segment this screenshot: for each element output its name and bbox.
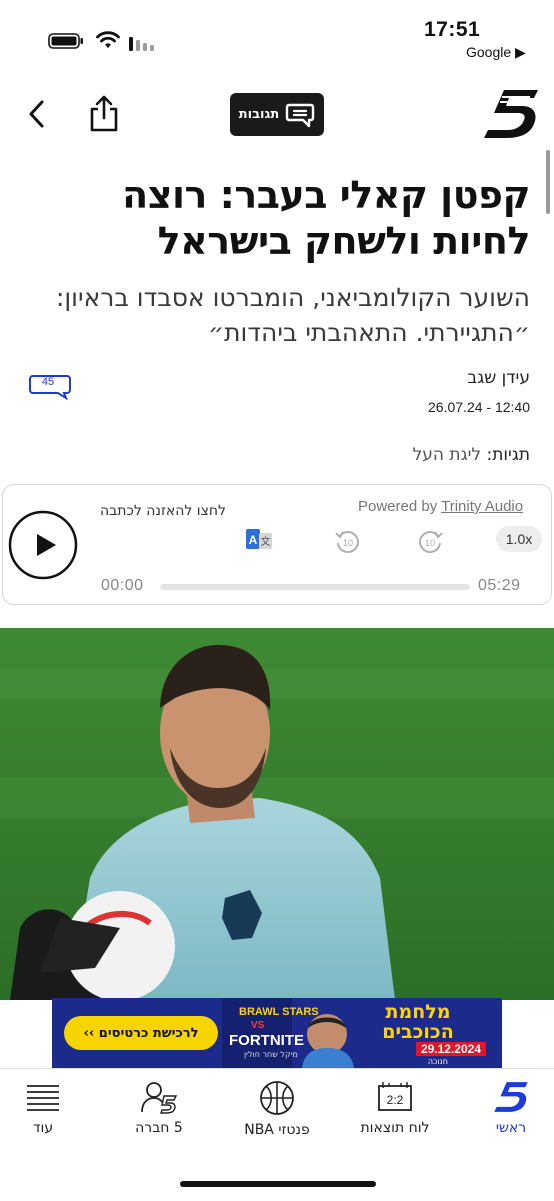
- signal-icon: [129, 37, 154, 51]
- article-date: 26.07.24 - 12:40: [428, 399, 530, 415]
- translate-icon[interactable]: A 文: [245, 528, 273, 552]
- community-icon: [141, 1082, 178, 1114]
- svg-text:10: 10: [343, 538, 353, 548]
- nav-item-scoreboard[interactable]: 2:2 לוח תוצאות: [340, 1080, 450, 1136]
- progress-track[interactable]: [160, 584, 470, 590]
- channel5-logo-icon[interactable]: [482, 88, 540, 140]
- banner-subtitle: מיקל שחר חולין: [244, 1050, 298, 1059]
- comments-button-label: תגובות: [238, 107, 280, 122]
- banner-brand-fortnite: FORTNITE: [229, 1032, 304, 1049]
- nav-label-community: 5 חברה: [135, 1120, 183, 1136]
- wifi-icon: [96, 31, 120, 48]
- nav-item-home[interactable]: ראשי: [456, 1080, 554, 1136]
- ad-banner[interactable]: לרכישת כרטיסים ›› BRAWL STARS VS FORTNIT…: [52, 998, 502, 1068]
- scoreboard-icon: 2:2: [378, 1082, 412, 1111]
- article-tags: תגיות: ליגת העל: [413, 445, 530, 465]
- scrollbar[interactable]: [546, 150, 550, 214]
- comment-bubble-icon: [286, 103, 315, 127]
- banner-date: 29.12.2024: [415, 1042, 486, 1056]
- playback-speed-button[interactable]: 1.0x: [496, 526, 542, 552]
- article-author[interactable]: עידן שגב: [467, 368, 530, 388]
- nav-item-nba-fantasy[interactable]: פנטזי NBA: [222, 1080, 332, 1138]
- forward-10-icon[interactable]: 10: [418, 528, 444, 554]
- powered-by: Powered by Trinity Audio: [358, 498, 523, 515]
- nav-label-home: ראשי: [495, 1120, 527, 1136]
- banner-vs: VS: [251, 1020, 265, 1031]
- comment-count-value: 45: [41, 376, 55, 388]
- nav-item-more[interactable]: עוד: [0, 1080, 98, 1136]
- banner-tag: חנוכה: [427, 1057, 448, 1066]
- comment-count-badge[interactable]: 45: [28, 374, 72, 401]
- home-indicator[interactable]: [180, 1181, 376, 1187]
- comments-button[interactable]: תגובות: [230, 93, 324, 136]
- duration: 05:29: [478, 577, 521, 594]
- article-subheadline: השוער הקולומביאני, הומברטו אסבדו בראיון:…: [55, 283, 530, 347]
- banner-title: מלחמת הכוכבים: [382, 1001, 454, 1043]
- svg-text:10: 10: [425, 538, 435, 548]
- article-photo[interactable]: [0, 628, 554, 1000]
- menu-icon: [27, 1085, 59, 1111]
- five-logo-icon: [494, 1082, 528, 1112]
- play-button[interactable]: [8, 510, 78, 580]
- basketball-icon: [260, 1081, 294, 1115]
- share-button[interactable]: [86, 94, 122, 134]
- nav-label-nba-fantasy: פנטזי NBA: [244, 1122, 310, 1138]
- nav-label-more: עוד: [32, 1120, 54, 1136]
- nav-item-community[interactable]: 5 חברה: [104, 1080, 214, 1136]
- rewind-10-icon[interactable]: 10: [334, 528, 360, 554]
- svg-text:文: 文: [261, 535, 271, 548]
- article-headline: קפטן קאלי בעבר: רוצה לחיות ולשחק בישראל: [122, 173, 530, 263]
- current-time: 00:00: [101, 577, 144, 594]
- tags-label: תגיות:: [486, 445, 530, 465]
- battery-icon: [48, 33, 83, 49]
- tag-link[interactable]: ליגת העל: [413, 445, 481, 465]
- back-button[interactable]: [22, 96, 52, 132]
- listen-label: לחצו להאזנה לכתבה: [100, 503, 226, 519]
- svg-text:2:2: 2:2: [387, 1093, 404, 1107]
- banner-cta-button[interactable]: לרכישת כרטיסים ››: [64, 1016, 218, 1050]
- nav-label-scoreboard: לוח תוצאות: [360, 1120, 430, 1136]
- trinity-audio-link[interactable]: Trinity Audio: [441, 498, 523, 515]
- powered-by-text: Powered by: [358, 498, 438, 515]
- status-carrier: Google ▶: [466, 44, 526, 60]
- status-time: 17:51: [424, 18, 481, 41]
- banner-brand-brawl: BRAWL STARS: [239, 1006, 319, 1018]
- svg-text:A: A: [249, 533, 258, 547]
